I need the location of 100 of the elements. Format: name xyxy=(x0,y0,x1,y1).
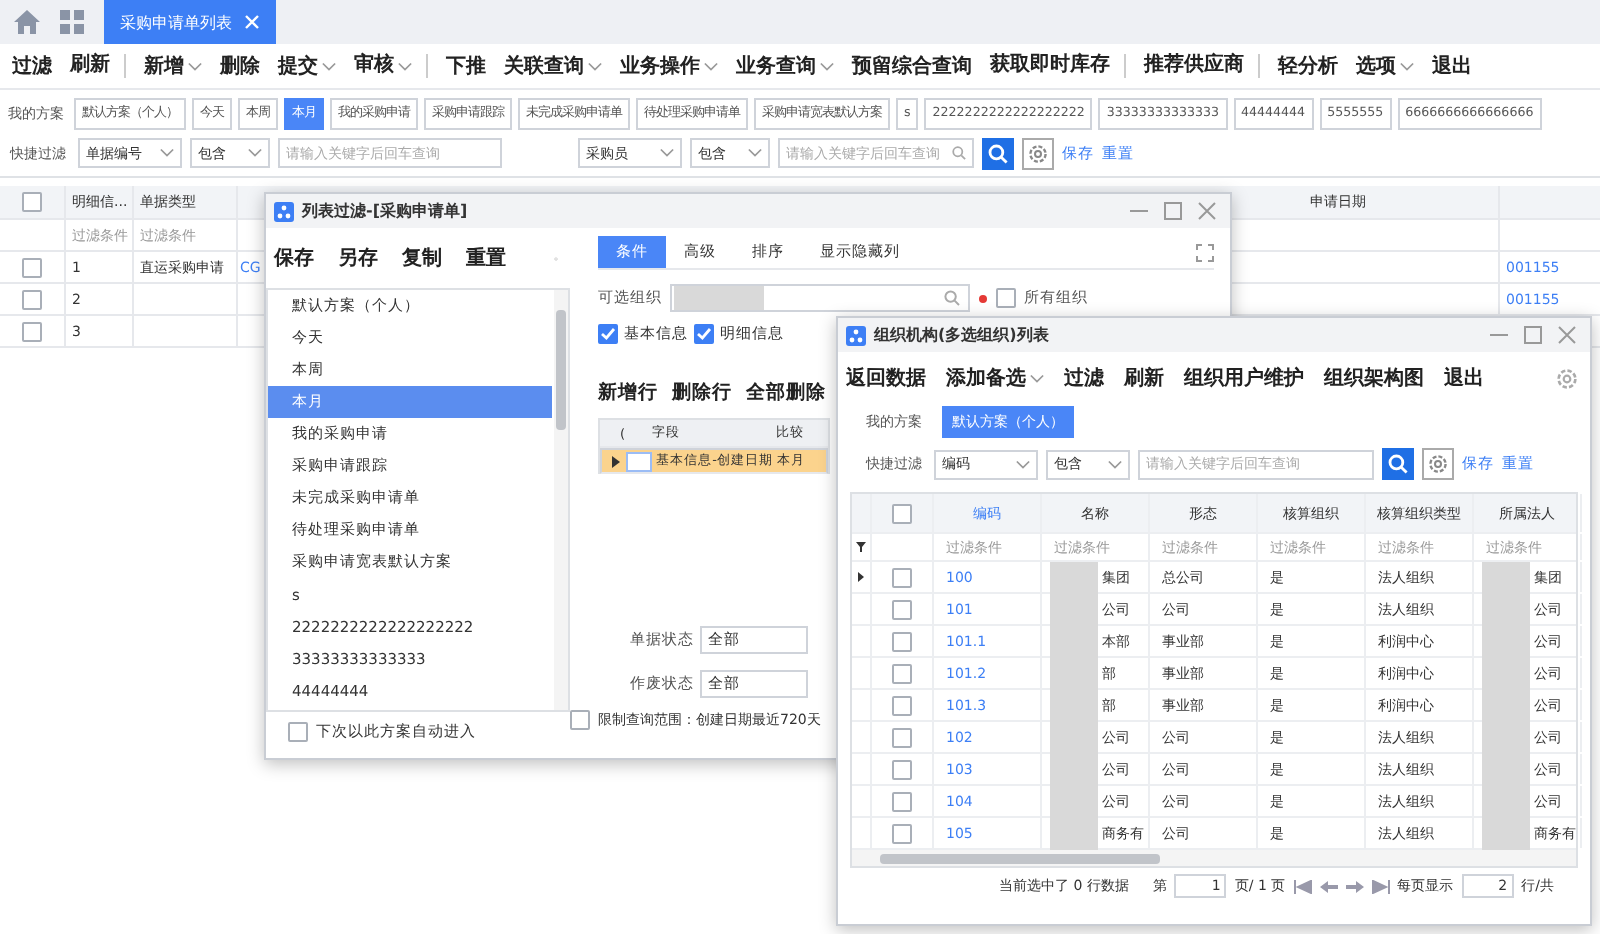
organization-field[interactable] xyxy=(670,284,970,312)
toolbar-button[interactable]: 复制 xyxy=(402,244,442,272)
toolbar-button[interactable]: 推荐供应商 xyxy=(1144,54,1260,78)
caret-icon xyxy=(748,148,762,158)
settings-button[interactable] xyxy=(1422,448,1454,480)
row-checkbox[interactable] xyxy=(892,567,912,587)
checkbox[interactable] xyxy=(598,324,618,344)
scrollbar[interactable] xyxy=(554,290,568,710)
toolbar-button[interactable]: 新增行 xyxy=(598,380,658,406)
search-icon xyxy=(944,290,960,306)
maximize-icon[interactable] xyxy=(1524,326,1542,344)
toolbar-button[interactable]: 下推 xyxy=(446,52,486,80)
row-checkbox[interactable] xyxy=(892,663,912,683)
dialog-title: 组织机构(多选组织)列表 xyxy=(874,324,1049,346)
tab-label: 采购申请单列表 xyxy=(120,11,232,33)
filter-icon xyxy=(856,542,866,552)
row-checkbox[interactable] xyxy=(892,599,912,619)
caret-icon xyxy=(248,148,262,158)
checkbox[interactable] xyxy=(996,288,1016,308)
row-checkbox[interactable] xyxy=(22,289,42,309)
apps-icon[interactable] xyxy=(60,10,84,34)
close-icon[interactable] xyxy=(1198,202,1216,220)
toolbar-button[interactable]: 添加备选 xyxy=(946,364,1044,392)
caret-icon xyxy=(820,61,834,71)
close-icon[interactable] xyxy=(1558,326,1576,344)
search-icon xyxy=(952,146,966,160)
caret-icon xyxy=(704,61,718,71)
app-icon xyxy=(274,201,294,221)
blurred-area xyxy=(1482,562,1530,594)
first-page-icon[interactable] xyxy=(1293,879,1312,893)
row-checkbox[interactable] xyxy=(892,759,912,779)
parenthesis-field[interactable] xyxy=(626,451,653,471)
blurred-area xyxy=(1050,562,1098,594)
page-tab[interactable]: 采购申请单列表 xyxy=(104,0,276,44)
toolbar-button[interactable]: 审核 xyxy=(354,54,428,78)
toolbar-button[interactable]: 预留综合查询 xyxy=(852,52,972,80)
next-page-icon[interactable] xyxy=(1345,879,1364,893)
toolbar-button[interactable]: 关联查询 xyxy=(504,52,602,80)
toolbar-button[interactable]: 业务操作 xyxy=(620,52,718,80)
blurred-area xyxy=(1050,818,1098,850)
caret-icon xyxy=(588,61,602,71)
caret-icon xyxy=(1016,459,1030,469)
caret-icon xyxy=(1400,61,1414,71)
caret-icon xyxy=(1030,373,1044,383)
row-checkbox[interactable] xyxy=(892,695,912,715)
toolbar-button[interactable]: 组织用户维护 xyxy=(1184,364,1304,392)
dialog-title: 列表过滤-[采购申请单] xyxy=(302,200,468,222)
home-icon[interactable] xyxy=(14,10,40,34)
checkbox[interactable] xyxy=(288,722,308,742)
checkbox[interactable] xyxy=(22,192,42,212)
toolbar-button[interactable]: 轻分析 xyxy=(1278,52,1338,80)
toolbar-button[interactable]: 全部删除 xyxy=(746,380,826,406)
row-checkbox[interactable] xyxy=(892,823,912,843)
expand-icon[interactable] xyxy=(1196,243,1214,261)
toolbar-button[interactable]: 提交 xyxy=(278,52,336,80)
toolbar-button[interactable]: 获取即时库存 xyxy=(990,54,1126,78)
caret-icon xyxy=(1108,459,1122,469)
search-button[interactable] xyxy=(1382,448,1414,480)
scrollbar[interactable] xyxy=(852,850,1576,866)
toolbar-button[interactable]: 刷新 xyxy=(70,54,126,78)
toolbar-button[interactable]: 删除 xyxy=(220,52,260,80)
toolbar-button[interactable]: 刷新 xyxy=(1124,364,1164,392)
row-pointer-icon xyxy=(858,572,864,582)
search-icon xyxy=(988,143,1008,163)
caret-icon xyxy=(660,148,674,158)
required-icon xyxy=(978,293,988,303)
toolbar-button[interactable]: 过滤 xyxy=(1064,364,1104,392)
settings-button[interactable] xyxy=(1022,137,1054,169)
row-checkbox[interactable] xyxy=(892,727,912,747)
search-button[interactable] xyxy=(982,137,1014,169)
toolbar-button[interactable]: 退出 xyxy=(1432,52,1472,80)
last-page-icon[interactable] xyxy=(1371,879,1390,893)
checkbox[interactable] xyxy=(892,503,912,523)
caret-icon xyxy=(160,148,174,158)
checkbox[interactable] xyxy=(694,324,714,344)
toolbar-button[interactable]: 删除行 xyxy=(672,380,732,406)
toolbar-button[interactable]: 重置 xyxy=(466,244,506,272)
toolbar-button[interactable]: 过滤 xyxy=(12,52,52,80)
caret-icon xyxy=(398,61,412,71)
row-pointer-icon xyxy=(611,455,620,467)
maximize-icon[interactable] xyxy=(1164,202,1182,220)
row-checkbox[interactable] xyxy=(892,791,912,811)
app-icon xyxy=(846,325,866,345)
toolbar-button[interactable]: 组织架构图 xyxy=(1324,364,1424,392)
toolbar-button[interactable]: 业务查询 xyxy=(736,52,834,80)
caret-icon xyxy=(188,61,202,71)
caret-icon xyxy=(322,61,336,71)
toolbar-button[interactable]: 新增 xyxy=(144,52,202,80)
toolbar-button[interactable]: 保存 xyxy=(274,244,314,272)
toolbar-button[interactable]: 返回数据 xyxy=(846,364,926,392)
row-checkbox[interactable] xyxy=(22,257,42,277)
row-checkbox[interactable] xyxy=(22,321,42,341)
toolbar-button[interactable]: 另存 xyxy=(338,244,378,272)
search-icon xyxy=(1388,454,1408,474)
gear-icon xyxy=(1428,454,1448,474)
toolbar-button[interactable]: 选项 xyxy=(1356,52,1414,80)
toolbar-button[interactable]: 退出 xyxy=(1444,364,1484,392)
row-checkbox[interactable] xyxy=(892,631,912,651)
previous-page-icon[interactable] xyxy=(1319,879,1338,893)
checkbox[interactable] xyxy=(570,710,590,730)
